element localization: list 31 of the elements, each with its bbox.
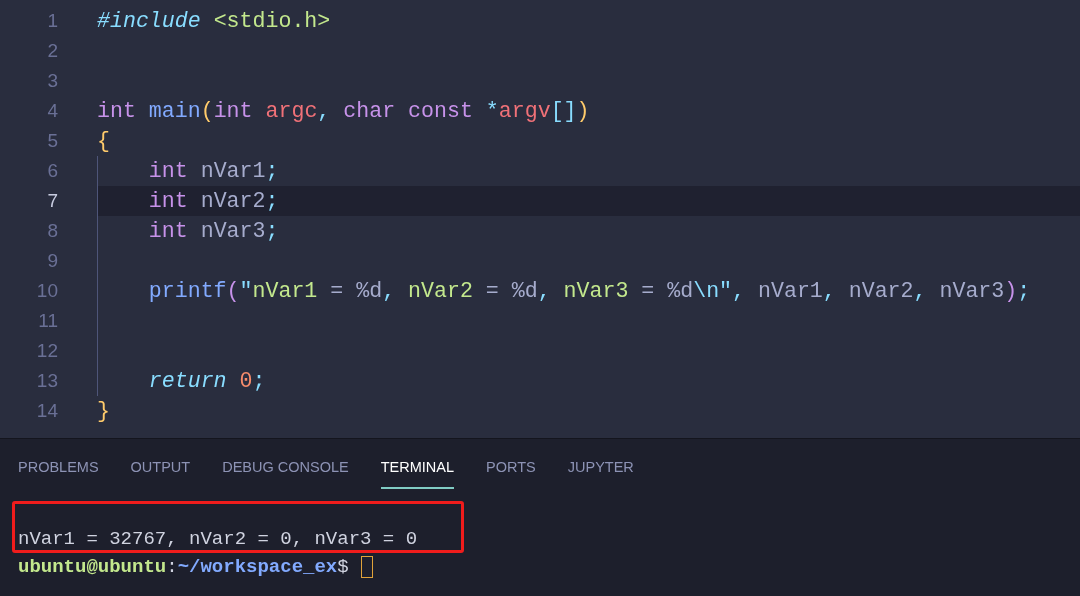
- line-number: 1: [46, 10, 58, 32]
- line-number: 8: [46, 220, 58, 242]
- code-line: #include <stdio.h>: [97, 9, 331, 33]
- line-number: 12: [35, 340, 58, 362]
- shell-prompt: ubuntu@ubuntu:~/workspace_ex$: [18, 556, 349, 578]
- panel-tab[interactable]: OUTPUT: [130, 443, 191, 489]
- code-line: int nVar2;: [148, 189, 279, 213]
- line-number: 13: [35, 370, 58, 392]
- line-number: 9: [46, 250, 58, 272]
- line-number: 5: [46, 130, 58, 152]
- line-number: 2: [46, 40, 58, 62]
- line-number: 6: [46, 160, 58, 182]
- code-line: {: [97, 129, 110, 153]
- line-number: 10: [35, 280, 58, 302]
- code-line: int nVar3;: [148, 219, 279, 243]
- code-line: int main(int argc, char const *argv[]): [97, 99, 590, 123]
- line-number: 4: [46, 100, 58, 122]
- code-line: return 0;: [148, 369, 266, 393]
- panel-tab[interactable]: PROBLEMS: [18, 443, 99, 489]
- panel-tab[interactable]: TERMINAL: [380, 443, 455, 489]
- terminal-output: nVar1 = 32767, nVar2 = 0, nVar3 = 0: [18, 528, 419, 552]
- panel-tab[interactable]: JUPYTER: [567, 443, 634, 489]
- panel-tab[interactable]: DEBUG CONSOLE: [222, 443, 349, 489]
- panel-tab[interactable]: PORTS: [486, 443, 536, 489]
- line-number: 7: [46, 190, 58, 212]
- code-line: int nVar1;: [148, 159, 279, 183]
- code-line: printf("nVar1 = %d, nVar2 = %d, nVar3 = %d\n", nVar1, nVar2, nVar3);: [148, 279, 1031, 303]
- line-number: 3: [46, 70, 58, 92]
- line-number: 14: [35, 400, 58, 422]
- line-number: 11: [37, 310, 58, 332]
- code-line: }: [97, 399, 110, 423]
